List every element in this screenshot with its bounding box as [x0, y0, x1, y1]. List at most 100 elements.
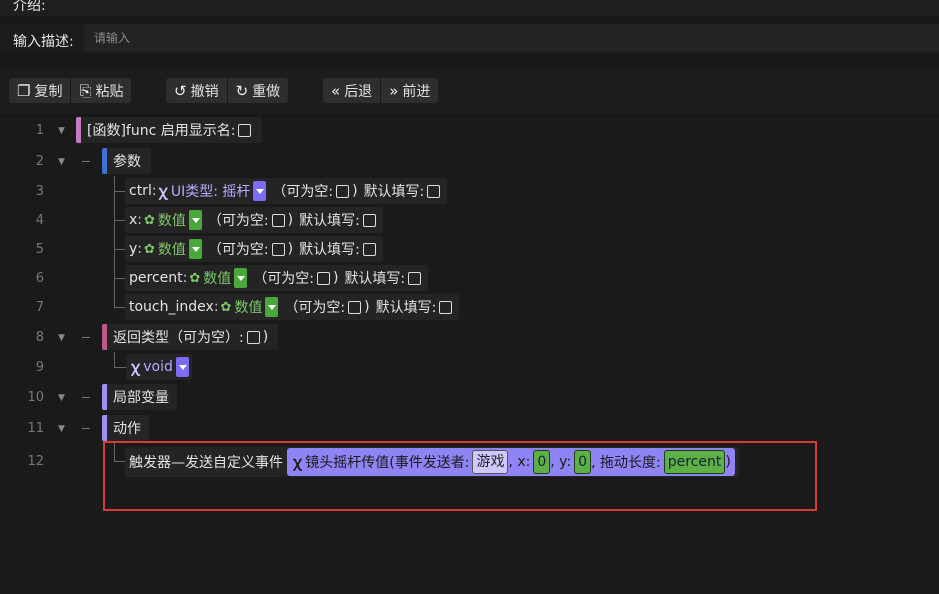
return-type-block[interactable]: 返回类型（可为空）: ) [102, 324, 279, 350]
fold-toggle-icon[interactable]: ▼ [58, 424, 65, 434]
type-dropdown[interactable] [234, 268, 248, 288]
copy-button[interactable]: ❐ 复制 [9, 78, 70, 103]
return-type-value[interactable]: ꭓ void [126, 354, 192, 380]
nullable-label: （可为空: [207, 213, 269, 229]
param-type-label: UI类型: 摇杆 [170, 184, 251, 200]
clipboard-group: ❐ 复制 ⎘ 粘贴 [9, 78, 132, 103]
actions-color-bar [102, 415, 107, 441]
default-checkbox[interactable] [408, 271, 422, 285]
default-checkbox[interactable] [439, 300, 453, 314]
param-type[interactable]: ꭓ UI类型: 摇杆 [157, 181, 267, 201]
tree-dash [82, 428, 90, 429]
x-type-icon: ꭓ [158, 182, 167, 200]
param-type[interactable]: ✿ 数值 [219, 297, 279, 317]
param-type[interactable]: ✿ 数值 [187, 268, 248, 288]
locals-label: 局部变量 [113, 390, 169, 406]
param-type[interactable]: ✿ 数值 [142, 210, 202, 230]
fold-toggle-icon[interactable]: ▼ [58, 393, 65, 403]
number-type-icon: ✿ [189, 270, 201, 286]
back-button[interactable]: «后退 [323, 78, 380, 103]
function-header-block[interactable]: [函数]func 启用显示名: [76, 117, 263, 143]
line-number: 11 [27, 421, 44, 436]
nullable-checkbox[interactable] [316, 271, 330, 285]
nullable-checkbox[interactable] [271, 242, 285, 256]
navigation-group: «后退 » 前进 [323, 78, 439, 103]
forward-button[interactable]: » 前进 [380, 78, 438, 103]
nullable-checkbox[interactable] [336, 184, 350, 198]
param-touch-index[interactable]: touch_index: ✿ 数值 （可为空:) 默认填写: [125, 294, 460, 320]
double-chevron-right-icon: » [389, 81, 399, 100]
param-name: touch_index [129, 299, 214, 315]
undo-button[interactable]: ↺ 撤销 [166, 78, 227, 103]
param-name: x [129, 212, 138, 228]
param-type-label: 数值 [157, 242, 186, 258]
back-label: 后退 [344, 83, 373, 100]
line-number: 2 [35, 154, 44, 169]
line-number: 3 [35, 184, 44, 199]
tree-guide [114, 367, 126, 368]
nullable-checkbox[interactable] [271, 213, 285, 227]
default-checkbox[interactable] [362, 242, 376, 256]
paste-button[interactable]: ⎘ 粘贴 [70, 78, 131, 103]
function-color-bar [76, 117, 81, 143]
type-dropdown[interactable] [175, 357, 189, 377]
line-number: 6 [35, 271, 44, 286]
redo-button[interactable]: ↻ 重做 [226, 78, 289, 103]
fold-toggle-icon[interactable]: ▼ [58, 333, 65, 343]
selection-highlight [103, 441, 817, 511]
description-input[interactable]: 请输入 [84, 24, 939, 52]
line-number: 1 [35, 123, 44, 138]
return-color-bar [102, 324, 107, 350]
return-nullable-checkbox[interactable] [246, 330, 260, 344]
default-label: 默认填写: [363, 184, 425, 200]
intro-label: 介绍: [13, 0, 46, 14]
actions-block[interactable]: 动作 [102, 415, 149, 441]
show-name-checkbox[interactable] [238, 123, 252, 137]
redo-label: 重做 [252, 83, 281, 100]
number-type-icon: ✿ [144, 241, 155, 257]
param-y[interactable]: y: ✿ 数值 （可为空:) 默认填写: [125, 236, 383, 262]
type-dropdown[interactable] [188, 239, 202, 259]
default-checkbox[interactable] [427, 184, 441, 198]
type-dropdown[interactable] [188, 210, 202, 230]
actions-label: 动作 [113, 421, 141, 437]
locals-color-bar [102, 384, 107, 410]
undo-label: 撤销 [190, 83, 219, 100]
locals-block[interactable]: 局部变量 [102, 384, 177, 410]
param-x[interactable]: x: ✿ 数值 （可为空:) 默认填写: [125, 207, 383, 233]
params-color-bar [102, 148, 107, 174]
param-name: y [129, 241, 138, 257]
number-type-icon: ✿ [144, 212, 155, 228]
return-type-name: void [143, 359, 173, 375]
param-percent[interactable]: percent: ✿ 数值 （可为空:) 默认填写: [125, 265, 429, 291]
type-dropdown[interactable] [265, 297, 279, 317]
return-type-label: 返回类型（可为空）: [113, 330, 244, 346]
tree-dash [82, 397, 90, 398]
paste-label: 粘贴 [95, 83, 124, 100]
params-label: 参数 [113, 154, 141, 170]
params-block[interactable]: 参数 [102, 148, 151, 174]
tree-guide [114, 176, 115, 308]
tree-guide [114, 352, 115, 368]
default-checkbox[interactable] [362, 213, 376, 227]
param-name: ctrl [129, 183, 152, 199]
default-label: 默认填写: [299, 242, 360, 258]
type-dropdown[interactable] [253, 181, 267, 201]
double-chevron-left-icon: « [331, 81, 341, 100]
function-header-label: [函数]func 启用显示名: [87, 123, 236, 139]
line-number: 12 [27, 454, 44, 469]
nullable-checkbox[interactable] [348, 300, 362, 314]
forward-label: 前进 [402, 83, 431, 100]
nullable-label: （可为空: [272, 184, 334, 200]
line-number: 10 [27, 390, 44, 405]
copy-label: 复制 [34, 83, 63, 100]
param-ctrl[interactable]: ctrl: ꭓ UI类型: 摇杆 （可为空:) 默认填写: [125, 178, 448, 204]
line-number: 4 [35, 213, 44, 228]
param-type[interactable]: ✿ 数值 [142, 239, 202, 259]
fold-toggle-icon[interactable]: ▼ [58, 126, 65, 136]
fold-toggle-icon[interactable]: ▼ [58, 157, 65, 167]
tree-dash [82, 337, 90, 338]
default-label: 默认填写: [299, 213, 360, 229]
line-number: 5 [35, 242, 44, 257]
description-label: 输入描述: [13, 34, 74, 50]
